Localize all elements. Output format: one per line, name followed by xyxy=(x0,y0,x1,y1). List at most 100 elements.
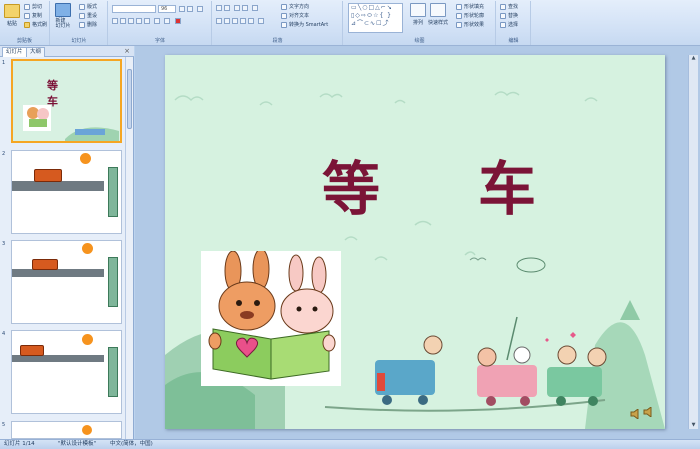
shape-fill-button[interactable]: 形状填充 xyxy=(456,3,484,10)
italic-icon[interactable] xyxy=(120,18,126,24)
slide-thumbnail-4[interactable] xyxy=(11,330,122,414)
copy-button[interactable]: 复制 xyxy=(24,12,42,19)
paste-button[interactable]: 粘贴 xyxy=(4,4,20,27)
cut-button[interactable]: 剪切 xyxy=(24,3,42,10)
slide-title[interactable]: 等车 xyxy=(322,142,536,226)
columns-icon[interactable] xyxy=(258,18,264,24)
find-button[interactable]: 查找 xyxy=(500,3,518,10)
thumbnail-bus-stop-sign xyxy=(108,167,118,217)
font-color-icon[interactable] xyxy=(175,18,181,24)
thumbnail-road xyxy=(12,355,104,362)
slide-vertical-scrollbar[interactable]: ▲ ▼ xyxy=(688,55,698,429)
scroll-down-arrow-icon[interactable]: ▼ xyxy=(690,422,697,429)
align-center-icon[interactable] xyxy=(224,18,230,24)
distributed-icon[interactable] xyxy=(248,18,254,24)
pane-scrollbar[interactable] xyxy=(125,57,133,439)
slide-counter: 幻灯片 1/14 xyxy=(4,441,35,447)
theme-name: "默认设计模板" xyxy=(58,441,97,447)
justify-icon[interactable] xyxy=(240,18,246,24)
replace-icon xyxy=(500,12,506,19)
slide-number-5: 5 xyxy=(2,422,6,428)
shape-effects-button[interactable]: 形状效果 xyxy=(456,21,484,28)
shrink-font-icon[interactable] xyxy=(187,6,193,12)
underline-icon[interactable] xyxy=(128,18,134,24)
brush-icon xyxy=(24,21,30,28)
clipboard-group: 粘贴 剪切 复制 格式刷 剪贴板 xyxy=(0,1,50,45)
font-group: 96 字体 xyxy=(109,1,212,45)
numbering-icon[interactable] xyxy=(224,5,230,11)
clear-format-icon[interactable] xyxy=(197,6,203,12)
tab-outline[interactable]: 大纲 xyxy=(26,47,46,57)
fill-bucket-icon xyxy=(456,3,462,10)
quick-styles-icon xyxy=(430,3,446,17)
shadow-icon[interactable] xyxy=(144,18,150,24)
slide-number-4: 4 xyxy=(2,331,6,337)
slide-thumbnail-5[interactable] xyxy=(11,421,122,439)
shape-outline-button[interactable]: 形状轮廓 xyxy=(456,12,484,19)
thumbnail-sun xyxy=(80,153,91,164)
thumbnail-bus xyxy=(20,345,44,356)
slide-thumbnail-3[interactable] xyxy=(11,240,122,324)
title-char-left: 等 xyxy=(322,155,381,223)
new-slide-button[interactable]: 新建 幻灯片 xyxy=(55,3,71,29)
smartart-button[interactable]: 转换为 SmartArt xyxy=(281,21,328,28)
drawing-group-label: 绘图 xyxy=(414,38,425,44)
thumbnail-bus-stop-sign xyxy=(108,347,118,397)
thumbnail-bus xyxy=(32,259,58,270)
reset-button[interactable]: 重设 xyxy=(79,12,97,19)
paste-icon xyxy=(4,4,20,18)
slide-number-3: 3 xyxy=(2,241,6,247)
line-spacing-icon[interactable] xyxy=(252,5,258,11)
thumbnail-sun xyxy=(82,243,93,254)
thumbnail-road xyxy=(12,269,104,277)
thumbnail-sun xyxy=(82,334,93,345)
increase-indent-icon[interactable] xyxy=(242,5,248,11)
ribbon: 粘贴 剪切 复制 格式刷 剪贴板 新建 幻灯片 版式 重设 删除 幻灯片 96 … xyxy=(0,0,700,46)
thumbnail-rabbits-image xyxy=(23,105,119,141)
thumbnail-sun xyxy=(82,425,92,435)
pane-scroll-thumb[interactable] xyxy=(127,69,132,129)
new-slide-icon xyxy=(55,3,71,17)
slide-number-2: 2 xyxy=(2,151,6,157)
pane-tabs: 幻灯片 大纲 × xyxy=(0,46,134,57)
shapes-gallery[interactable]: ▭╲○□△⌐↘ ▯◇⇨⬭☆{ } ⊿⌒⊂∿☐⤴ xyxy=(348,3,403,33)
slide-canvas[interactable] xyxy=(165,55,665,429)
grow-font-icon[interactable] xyxy=(179,6,185,12)
scroll-up-arrow-icon[interactable]: ▲ xyxy=(690,55,697,62)
decrease-indent-icon[interactable] xyxy=(234,5,240,11)
bullets-icon[interactable] xyxy=(216,5,222,11)
arrange-button[interactable]: 排列 xyxy=(410,3,426,26)
replace-button[interactable]: 替换 xyxy=(500,12,518,19)
cursor-icon xyxy=(500,21,506,28)
slides-group-label: 幻灯片 xyxy=(71,38,87,44)
scissors-icon xyxy=(24,3,30,10)
strikethrough-icon[interactable] xyxy=(136,18,142,24)
paragraph-group: 文字方向 对齐文本 转换为 SmartArt 段落 xyxy=(213,1,343,45)
thumbnail-bus-stop-sign xyxy=(108,257,118,307)
text-direction-button[interactable]: 文字方向 xyxy=(281,3,309,10)
slide-thumbnail-1[interactable]: 等 车 xyxy=(11,59,122,143)
change-case-icon[interactable] xyxy=(164,18,170,24)
bold-icon[interactable] xyxy=(112,18,118,24)
align-left-icon[interactable] xyxy=(216,18,222,24)
clipboard-group-label: 剪贴板 xyxy=(16,38,32,44)
delete-slide-button[interactable]: 删除 xyxy=(79,21,97,28)
font-size-box[interactable]: 96 xyxy=(158,5,176,13)
align-text-button[interactable]: 对齐文本 xyxy=(281,12,309,19)
arrange-icon xyxy=(410,3,426,17)
close-pane-icon[interactable]: × xyxy=(124,47,130,55)
char-spacing-icon[interactable] xyxy=(154,18,160,24)
layout-button[interactable]: 版式 xyxy=(79,3,97,10)
tab-slides[interactable]: 幻灯片 xyxy=(2,47,27,57)
quick-styles-button[interactable]: 快速样式 xyxy=(428,3,448,26)
title-char-right: 车 xyxy=(478,155,537,223)
slide-thumbnail-2[interactable] xyxy=(11,150,122,234)
editing-group: 查找 替换 选择 编辑 xyxy=(497,1,531,45)
speaker-icon[interactable] xyxy=(643,406,653,418)
speaker-icon-2[interactable] xyxy=(630,408,640,420)
select-button[interactable]: 选择 xyxy=(500,21,518,28)
font-name-box[interactable] xyxy=(112,5,156,13)
align-right-icon[interactable] xyxy=(232,18,238,24)
effects-icon xyxy=(456,21,462,28)
format-painter-button[interactable]: 格式刷 xyxy=(24,21,47,28)
